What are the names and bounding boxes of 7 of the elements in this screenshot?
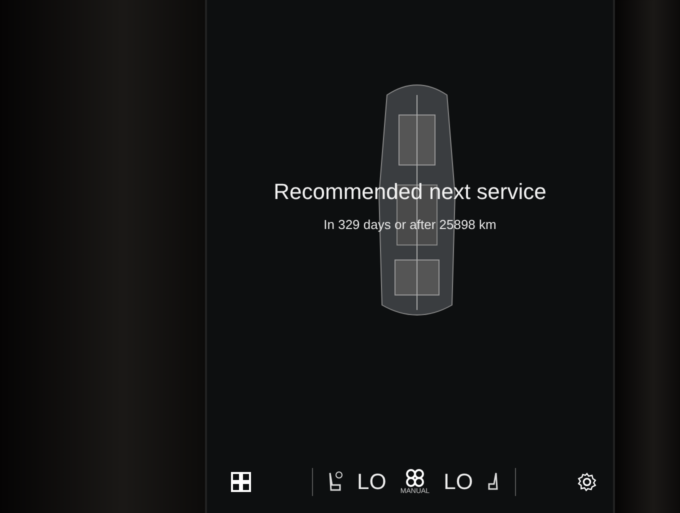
settings-icon[interactable] [577,472,597,492]
grid-icon[interactable] [231,472,251,492]
right-temperature[interactable]: LO [444,469,473,495]
fan-icon[interactable] [406,469,424,487]
left-temperature[interactable]: LO [357,469,386,495]
heated-seat-icon[interactable] [327,471,344,493]
seat-icon[interactable] [486,472,501,492]
